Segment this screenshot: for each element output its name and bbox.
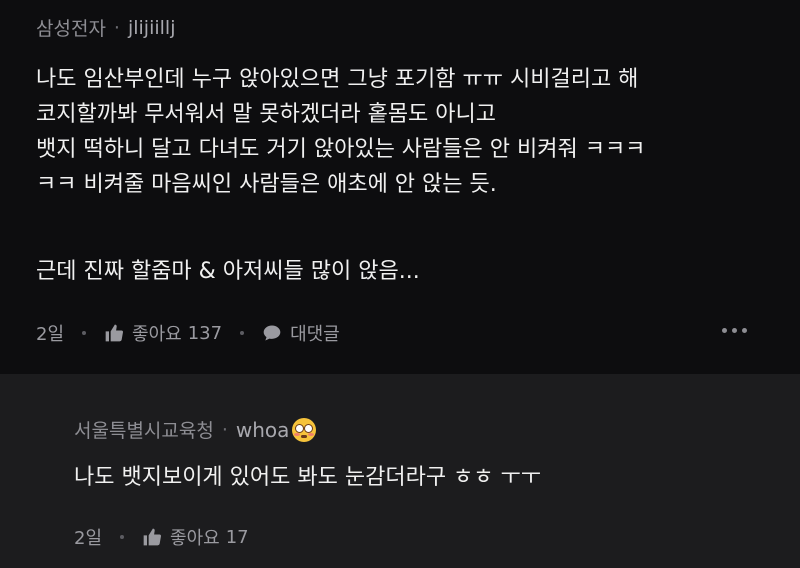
like-count: 17	[225, 526, 249, 548]
reply-button[interactable]: 대댓글	[262, 320, 340, 346]
like-label: 좋아요	[132, 324, 182, 345]
comment-nickname[interactable]: jlijiillj	[128, 17, 176, 39]
separator: ·	[221, 418, 228, 441]
comment-line: 나도 임산부인데 누구 앉아있으면 그냥 포기함 ㅠㅠ 시비걸리고 해	[36, 67, 639, 92]
reply-body: 나도 뱃지보이게 있어도 봐도 눈감더라구 ㅎㅎ ㅜㅜ	[74, 465, 542, 490]
like-button[interactable]: 좋아요 17	[142, 524, 249, 550]
thumbs-up-icon	[142, 527, 162, 547]
comment-line: ㅋㅋ 비켜줄 마음씨인 사람들은 애초에 안 앉는 듯.	[36, 172, 497, 197]
reply-time: 2일	[74, 528, 103, 549]
reply-label: 대댓글	[290, 324, 340, 345]
more-dot	[722, 328, 727, 333]
reply-actions: 2일 좋아요 17	[74, 524, 249, 550]
reply-card: 서울특별시교육청 · whoa 나도 뱃지보이게 있어도 봐도 눈감더라구 ㅎㅎ…	[0, 374, 800, 568]
comment-card: 삼성전자 · jlijiillj 나도 임산부인데 누구 앉아있으면 그냥 포기…	[0, 0, 800, 374]
flushed-face-icon	[292, 417, 317, 442]
comment-line: 뱃지 떡하니 달고 다녀도 거기 앉아있는 사람들은 안 비켜줘 ㅋㅋㅋ	[36, 137, 646, 162]
comment-author-line: 삼성전자 · jlijiillj	[36, 14, 175, 41]
reply-nickname[interactable]: whoa	[236, 418, 290, 442]
separator-dot	[240, 331, 245, 335]
like-count: 137	[187, 322, 223, 344]
thumbs-up-icon	[104, 323, 124, 343]
more-options-icon[interactable]	[722, 328, 747, 333]
reply-author-line: 서울특별시교육청 · whoa	[74, 416, 317, 443]
comment-actions: 2일 좋아요 137 대댓글	[36, 320, 340, 346]
separator: ·	[113, 16, 120, 39]
separator-dot	[82, 331, 87, 335]
like-label: 좋아요	[170, 528, 220, 549]
comment-line: 근데 진짜 할줌마 & 아저씨들 많이 앉음...	[36, 259, 420, 284]
chat-bubble-icon	[262, 323, 282, 343]
more-dot	[732, 328, 737, 333]
comment-company[interactable]: 삼성전자	[36, 14, 106, 41]
reply-company[interactable]: 서울특별시교육청	[74, 416, 214, 443]
comment-line: 코지할까봐 무서워서 말 못하겠더라 홑몸도 아니고	[36, 102, 497, 127]
more-dot	[742, 328, 747, 333]
like-button[interactable]: 좋아요 137	[104, 320, 222, 346]
separator-dot	[120, 535, 125, 539]
comment-time: 2일	[36, 324, 65, 345]
